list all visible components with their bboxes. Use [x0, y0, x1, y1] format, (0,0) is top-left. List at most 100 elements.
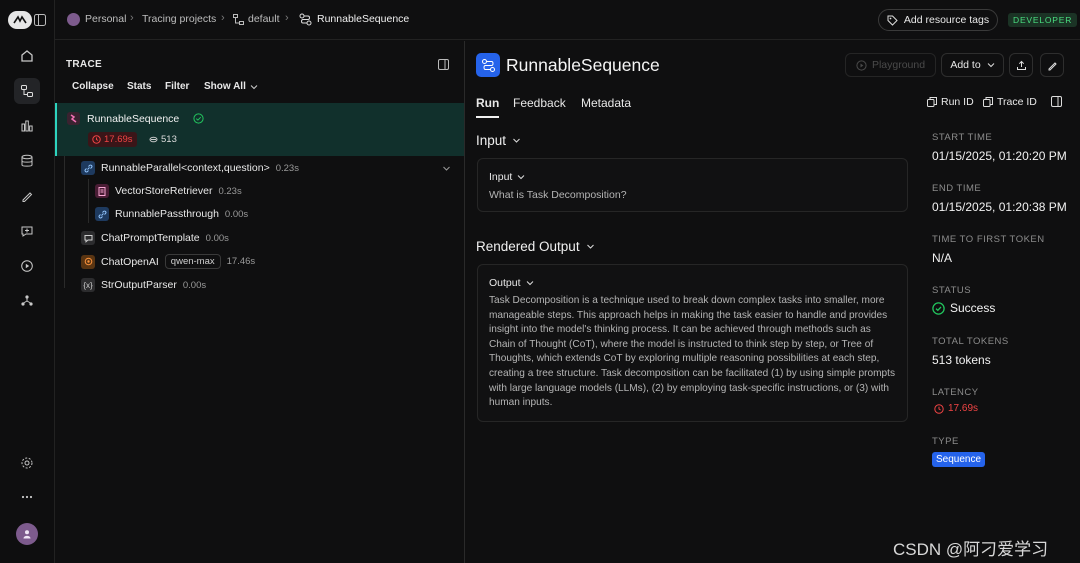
- tab-feedback[interactable]: Feedback: [513, 96, 566, 110]
- type-badge: Sequence: [932, 452, 986, 467]
- input-card: Input What is Task Decomposition?: [477, 158, 908, 212]
- add-resource-tags-label: Add resource tags: [903, 14, 990, 26]
- project-icon: [233, 14, 244, 25]
- playground-label: Playground: [871, 59, 926, 71]
- output-card: Output Task Decomposition is a technique…: [477, 264, 908, 422]
- latency-label: LATENCY: [932, 387, 979, 398]
- chat-bubble-icon: [81, 231, 95, 245]
- tree-guide-line: [88, 179, 89, 223]
- show-all-dropdown[interactable]: Show All: [204, 81, 258, 92]
- node-duration: 0.23s: [218, 185, 242, 197]
- tab-metadata[interactable]: Metadata: [581, 96, 631, 110]
- copy-trace-id-button[interactable]: Trace ID: [983, 96, 1037, 108]
- breadcrumb-separator: ›: [285, 12, 289, 24]
- side-panel-toggle-icon[interactable]: [1051, 96, 1062, 107]
- tokens-value: 513: [161, 134, 177, 145]
- trace-node-chat-prompt-template[interactable]: ChatPromptTemplate 0.00s: [81, 231, 229, 245]
- root-run-name: RunnableSequence: [87, 113, 180, 125]
- chevron-down-icon: [518, 175, 525, 180]
- ttft-value: N/A: [932, 251, 953, 265]
- node-name: VectorStoreRetriever: [115, 185, 213, 197]
- success-check-icon: [193, 113, 204, 124]
- run-id-label: Run ID: [941, 96, 974, 108]
- output-label: Output: [489, 277, 521, 289]
- active-tab-indicator: [476, 116, 499, 118]
- node-name: ChatOpenAI: [101, 255, 159, 268]
- input-label: Input: [489, 171, 513, 183]
- type-label: TYPE: [932, 436, 959, 447]
- more-icon[interactable]: [14, 484, 40, 510]
- start-time-label: START TIME: [932, 132, 993, 143]
- playground-button[interactable]: Playground: [845, 53, 936, 77]
- panel-collapse-icon[interactable]: [438, 59, 449, 70]
- edit-button[interactable]: [1040, 53, 1064, 77]
- avatar[interactable]: [16, 523, 38, 545]
- trace-title: TRACE: [66, 59, 102, 70]
- collapse-button[interactable]: Collapse: [72, 81, 114, 92]
- tag-icon: [887, 15, 898, 26]
- home-icon[interactable]: [14, 43, 40, 69]
- show-all-label: Show All: [204, 81, 246, 92]
- breadcrumb-separator: ›: [130, 12, 134, 24]
- node-duration: 0.00s: [205, 232, 229, 244]
- filter-button[interactable]: Filter: [165, 81, 189, 92]
- add-to-label: Add to: [950, 59, 981, 71]
- tab-run[interactable]: Run: [476, 96, 499, 110]
- run-type-icon: [476, 53, 500, 77]
- output-field-toggle[interactable]: Output: [489, 277, 534, 289]
- environment-badge: DEVELOPER: [1008, 13, 1078, 27]
- total-tokens-label: TOTAL TOKENS: [932, 336, 1009, 347]
- breadcrumb-tracing-projects[interactable]: Tracing projects: [142, 13, 216, 25]
- model-pill: qwen-max: [164, 254, 221, 269]
- node-duration: 0.00s: [182, 279, 207, 291]
- latency-badge: 17.69s: [88, 132, 137, 147]
- annotate-icon[interactable]: [14, 183, 40, 209]
- breadcrumb-separator: ›: [221, 12, 225, 24]
- trace-node-vectorstore-retriever[interactable]: VectorStoreRetriever 0.23s: [95, 184, 242, 198]
- chevron-down-icon[interactable]: [442, 164, 451, 173]
- parser-icon: {x}: [81, 278, 95, 292]
- copy-run-id-button[interactable]: Run ID: [927, 96, 974, 108]
- chevron-down-icon: [987, 63, 995, 68]
- monitor-icon[interactable]: [14, 113, 40, 139]
- breadcrumb-personal[interactable]: Personal: [85, 13, 126, 25]
- settings-icon[interactable]: [14, 450, 40, 476]
- sidebar-toggle-icon[interactable]: [34, 14, 46, 26]
- start-time-value: 01/15/2025, 01:20:20 PM: [932, 149, 1067, 163]
- add-resource-tags-button[interactable]: Add resource tags: [878, 9, 998, 31]
- trace-root-row[interactable]: RunnableSequence 17.69s 513: [55, 103, 464, 156]
- trace-panel: TRACE Collapse Stats Filter Show All Run…: [55, 41, 465, 563]
- stats-button[interactable]: Stats: [127, 81, 151, 92]
- input-section-header[interactable]: Input: [476, 133, 521, 148]
- trace-id-label: Trace ID: [997, 96, 1037, 108]
- tokens-badge: 513: [145, 132, 181, 147]
- datasets-icon[interactable]: [14, 148, 40, 174]
- breadcrumb-current: RunnableSequence: [317, 13, 410, 25]
- latency-indicator: 17.69s: [934, 403, 978, 414]
- link-icon: [95, 207, 109, 221]
- tracing-icon[interactable]: [14, 78, 40, 104]
- breadcrumb-project[interactable]: default: [248, 13, 280, 25]
- playground-icon[interactable]: [14, 253, 40, 279]
- total-tokens-value: 513 tokens: [932, 353, 991, 367]
- success-check-icon: [932, 301, 945, 315]
- input-section-title: Input: [476, 133, 507, 148]
- logo-icon: [8, 11, 32, 29]
- trace-node-runnable-parallel[interactable]: RunnableParallel<context,question> 0.23s: [81, 161, 299, 175]
- deployments-icon[interactable]: [14, 288, 40, 314]
- end-time-label: END TIME: [932, 183, 982, 194]
- share-button[interactable]: [1009, 53, 1033, 77]
- add-to-button[interactable]: Add to: [941, 53, 1004, 77]
- status-value: Success: [950, 301, 996, 315]
- trace-node-runnable-passthrough[interactable]: RunnablePassthrough 0.00s: [95, 207, 248, 221]
- prompts-icon[interactable]: [14, 218, 40, 244]
- end-time-value: 01/15/2025, 01:20:38 PM: [932, 200, 1067, 214]
- latency-value: 17.69s: [104, 134, 133, 145]
- latency-meta-value: 17.69s: [948, 403, 979, 414]
- node-duration: 0.00s: [224, 208, 249, 220]
- chain-icon: [67, 112, 80, 125]
- trace-node-chat-openai[interactable]: ChatOpenAI qwen-max 17.46s: [81, 254, 255, 269]
- output-section-header[interactable]: Rendered Output: [476, 239, 595, 254]
- trace-node-str-output-parser[interactable]: {x} StrOutputParser 0.00s: [81, 278, 206, 292]
- input-field-toggle[interactable]: Input: [489, 171, 525, 183]
